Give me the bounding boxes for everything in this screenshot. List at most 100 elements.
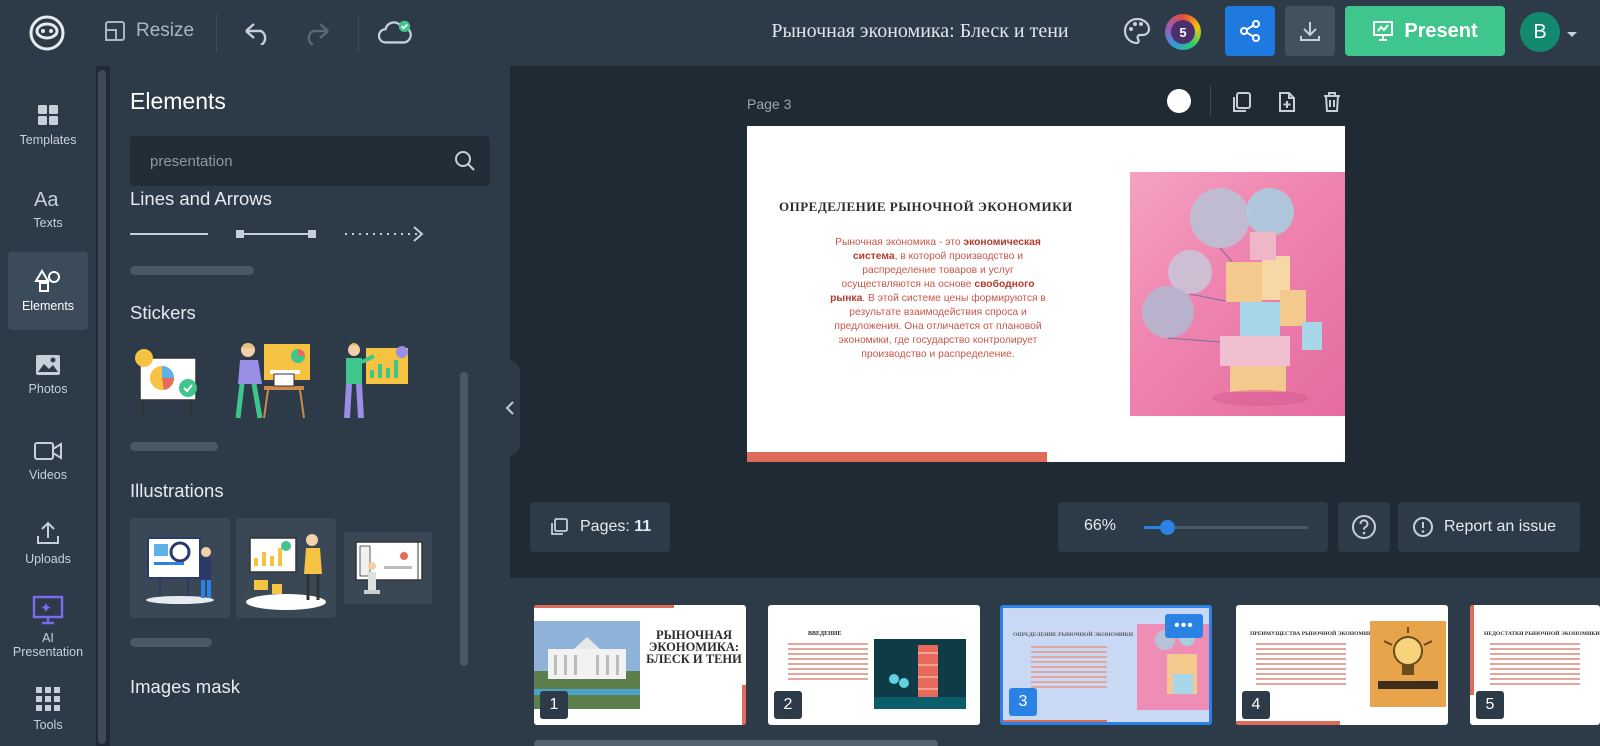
divider [358, 14, 359, 52]
chevron-left-icon [505, 401, 514, 415]
page-thumbnail[interactable]: ПРЕИМУЩЕСТВА РЫНОЧНОЙ ЭКОНОМИКИ 4 [1236, 605, 1448, 725]
page-filmstrip: РЫНОЧНАЯ ЭКОНОМИКА: БЛЕСК И ТЕНИ 1 ВВЕДЕ… [510, 578, 1600, 746]
line-with-squares[interactable] [236, 230, 316, 238]
present-label: Present [1404, 19, 1478, 42]
page-thumbnail-active[interactable]: ОПРЕДЕЛЕНИЕ РЫНОЧНОЙ ЭКОНОМИКИ ••• 3 [1000, 605, 1212, 725]
zoom-slider-knob[interactable] [1159, 520, 1175, 535]
texts-icon: Aa [34, 189, 59, 210]
app-logo-icon[interactable] [28, 14, 66, 52]
rail-label: Videos [29, 468, 67, 482]
slide-balloon-city-image[interactable] [1130, 172, 1345, 416]
palette-icon [1123, 17, 1151, 45]
pages-count: 11 [634, 518, 652, 535]
section-title-illustrations: Illustrations [130, 480, 224, 501]
duplicate-page-button[interactable] [1228, 88, 1256, 116]
download-button[interactable] [1285, 6, 1335, 56]
rail-item-ai-presentation[interactable]: AI Presentation [8, 584, 88, 670]
sticker-chart-board[interactable] [130, 342, 206, 422]
body-text-part: Рыночная экономика - это [835, 237, 964, 248]
lines-scrollbar[interactable] [130, 266, 254, 275]
elements-panel: Elements Lines and Arrows Stickers [110, 66, 510, 746]
sticker-woman-presenting[interactable] [230, 342, 312, 422]
rail-item-texts[interactable]: Aa Texts [8, 170, 88, 248]
resize-label: Resize [136, 20, 195, 41]
rail-label: Photos [28, 382, 68, 396]
rail-scrollbar[interactable] [98, 70, 106, 744]
lines-arrows-row [130, 226, 424, 242]
report-issue-button[interactable]: Report an issue [1398, 502, 1580, 552]
page-thumbnail[interactable]: ВВЕДЕНИЕ 2 [768, 605, 980, 725]
slide-body-text[interactable]: Рыночная экономика - это экономическая с… [827, 236, 1049, 362]
help-icon [1352, 515, 1376, 539]
photos-icon [36, 355, 60, 375]
sticker-man-presenting[interactable] [340, 342, 410, 422]
present-button[interactable]: Present [1345, 6, 1505, 56]
collaborators-badge[interactable]: 5 [1165, 14, 1201, 50]
background-color-button[interactable] [1167, 89, 1191, 113]
illustration-monitor-workspace[interactable] [344, 532, 432, 604]
undo-icon [245, 23, 267, 45]
side-rail: Templates Aa Texts Elements Photos Video… [0, 66, 96, 746]
uploads-icon [37, 521, 59, 544]
filmstrip-scrollbar[interactable] [534, 740, 938, 746]
rail-item-templates[interactable]: Templates [8, 86, 88, 164]
cloud-saved-icon [378, 20, 412, 44]
resize-button[interactable]: Resize [104, 20, 194, 42]
illustration-team-charts[interactable] [236, 518, 336, 618]
thumb-neon-image [874, 639, 966, 709]
avatar[interactable]: B [1520, 12, 1560, 52]
add-page-icon [1279, 92, 1295, 112]
report-label: Report an issue [1444, 518, 1557, 535]
search-icon[interactable] [454, 150, 476, 172]
help-button[interactable] [1338, 502, 1390, 552]
rail-item-videos[interactable]: Videos [8, 422, 88, 500]
alert-icon [1413, 517, 1433, 537]
thumb-title: ПРЕИМУЩЕСТВА РЫНОЧНОЙ ЭКОНОМИКИ [1250, 631, 1377, 637]
chevron-down-icon[interactable] [1566, 26, 1578, 44]
divider [216, 14, 217, 52]
panel-title: Elements [130, 88, 226, 114]
redo-button[interactable] [300, 16, 334, 50]
zoom-value: 66% [1084, 517, 1117, 534]
illustrations-scrollbar[interactable] [130, 638, 212, 647]
rail-item-uploads[interactable]: Uploads [8, 504, 88, 582]
share-button[interactable] [1225, 6, 1275, 56]
page-thumbnail[interactable]: НЕДОСТАТКИ РЫНОЧНОЙ ЭКОНОМИКИ 5 [1470, 605, 1600, 725]
page-label: Page 3 [747, 96, 792, 112]
dotted-arrow[interactable] [345, 226, 424, 242]
download-icon [1300, 22, 1320, 41]
resize-icon [105, 21, 125, 41]
stickers-scrollbar[interactable] [130, 442, 218, 451]
more-options-button[interactable]: ••• [1165, 614, 1203, 638]
search-input[interactable] [130, 136, 440, 186]
svg-text:Aa: Aa [34, 189, 59, 210]
delete-page-button[interactable] [1318, 88, 1346, 116]
rail-item-photos[interactable]: Photos [8, 336, 88, 414]
illustration-analytics-board[interactable] [130, 518, 230, 618]
rail-item-tools[interactable]: Tools [8, 670, 88, 746]
cloud-saved-button[interactable] [378, 16, 412, 50]
collapse-panel-button[interactable] [500, 360, 520, 456]
thumb-title: РЫНОЧНАЯ ЭКОНОМИКА: БЛЕСК И ТЕНИ [646, 628, 742, 666]
divider [1210, 86, 1211, 116]
zoom-slider[interactable] [1144, 520, 1308, 535]
rail-label: AI Presentation [12, 631, 84, 659]
top-bar: Resize Рыночная экономика: Блеск и тени … [0, 0, 1600, 66]
rail-label: Tools [33, 718, 63, 732]
document-title[interactable]: Рыночная экономика: Блеск и тени [690, 20, 1150, 43]
page-thumbnail[interactable]: РЫНОЧНАЯ ЭКОНОМИКА: БЛЕСК И ТЕНИ 1 [534, 605, 746, 725]
section-title-stickers: Stickers [130, 302, 196, 323]
slide-canvas[interactable]: ОПРЕДЕЛЕНИЕ РЫНОЧНОЙ ЭКОНОМИКИ Рыночная … [747, 126, 1345, 462]
palette-button[interactable] [1122, 16, 1152, 51]
videos-icon [34, 442, 62, 460]
panel-scrollbar[interactable] [460, 372, 468, 666]
undo-button[interactable] [240, 16, 274, 50]
page-number: 1 [540, 691, 568, 719]
slide-title[interactable]: ОПРЕДЕЛЕНИЕ РЫНОЧНОЙ ЭКОНОМИКИ [779, 199, 1109, 215]
pages-icon [551, 518, 568, 535]
add-page-button[interactable] [1273, 88, 1301, 116]
pages-button[interactable]: Pages: 11 [530, 502, 670, 552]
editor-app: Resize Рыночная экономика: Блеск и тени … [0, 0, 1600, 746]
rail-label: Texts [33, 216, 63, 230]
rail-item-elements[interactable]: Elements [8, 252, 88, 330]
